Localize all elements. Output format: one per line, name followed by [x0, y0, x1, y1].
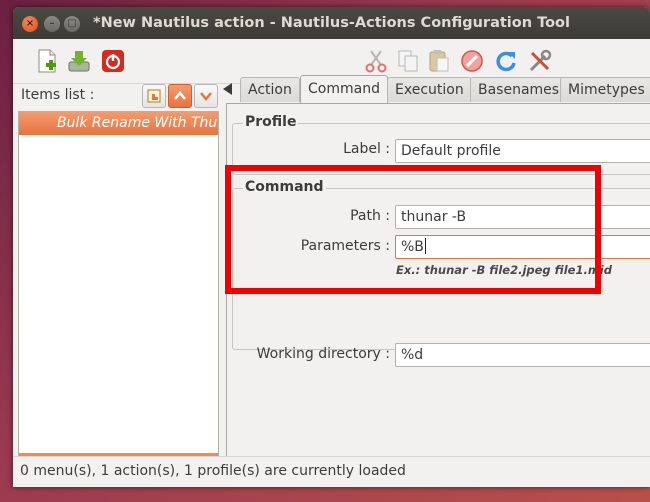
items-list-label: Items list :: [21, 87, 95, 103]
title-bar[interactable]: × – □ *New Nautilus action - Nautilus-Ac…: [13, 7, 650, 39]
working-directory-field[interactable]: %d: [395, 343, 650, 367]
tab-action[interactable]: Action: [240, 77, 300, 102]
new-action-icon[interactable]: [34, 48, 60, 74]
reload-icon[interactable]: [493, 48, 519, 74]
working-directory-caption: Working directory :: [256, 346, 390, 362]
tab-bar: Action Command Execution Basenames Mimet…: [223, 75, 650, 103]
parameters-field[interactable]: %B: [395, 235, 650, 259]
sort-manual-icon: [147, 89, 161, 103]
quit-icon[interactable]: [100, 48, 126, 74]
path-caption: Path :: [350, 208, 390, 224]
tab-execution[interactable]: Execution: [387, 77, 472, 102]
profile-section-title: Profile: [243, 114, 299, 130]
chevron-down-icon: [200, 92, 212, 101]
maximize-icon: □: [67, 18, 77, 29]
profile-label-field[interactable]: Default profile: [395, 139, 650, 163]
chevron-up-icon: [174, 91, 186, 100]
status-text: 0 menu(s), 1 action(s), 1 profile(s) are…: [20, 463, 406, 479]
status-bar: 0 menu(s), 1 action(s), 1 profile(s) are…: [13, 456, 650, 487]
tab-command[interactable]: Command: [300, 75, 388, 103]
window-minimize-button[interactable]: –: [44, 16, 60, 32]
tab-mimetypes[interactable]: Mimetypes: [560, 77, 650, 102]
sort-ascending-button[interactable]: [168, 84, 192, 108]
command-page: Profile Label : Default profile Command …: [226, 103, 650, 458]
copy-icon[interactable]: [395, 48, 421, 74]
cut-icon[interactable]: [363, 48, 389, 74]
parameters-caption: Parameters :: [300, 238, 390, 254]
tab-scroll-left-icon[interactable]: [223, 83, 232, 95]
path-field[interactable]: thunar -B: [395, 205, 650, 229]
window-close-button[interactable]: ×: [22, 16, 38, 32]
window-maximize-button[interactable]: □: [64, 16, 80, 32]
text-cursor: [424, 238, 426, 254]
close-icon: ×: [25, 18, 35, 29]
command-example-hint: Ex.: thunar -B file2.jpeg file1.mid: [396, 263, 612, 277]
app-window: × – □ *New Nautilus action - Nautilus-Ac…: [13, 7, 650, 487]
delete-icon[interactable]: [459, 48, 485, 74]
items-tree[interactable]: Bulk Rename With Thunar: [18, 111, 219, 457]
parameters-value: %B: [401, 239, 424, 255]
save-icon[interactable]: [66, 48, 92, 74]
window-title: *New Nautilus action - Nautilus-Actions …: [93, 15, 570, 31]
sort-manual-button[interactable]: [142, 84, 166, 108]
tab-basenames[interactable]: Basenames: [470, 77, 568, 102]
minimize-icon: –: [49, 18, 55, 29]
list-item[interactable]: Bulk Rename With Thunar: [19, 112, 218, 135]
command-section-title: Command: [243, 179, 326, 195]
items-panel: Items list : Bulk Rename With Thunar: [13, 84, 219, 457]
paste-icon[interactable]: [426, 48, 452, 74]
label-caption: Label :: [343, 141, 390, 157]
preferences-icon[interactable]: [527, 48, 553, 74]
sort-descending-button[interactable]: [194, 84, 218, 108]
